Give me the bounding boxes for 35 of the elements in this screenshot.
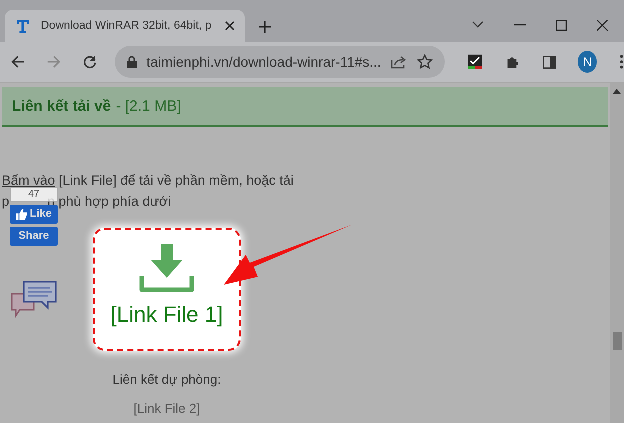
close-icon[interactable]: [597, 20, 608, 30]
like-button[interactable]: Like: [10, 205, 58, 224]
intro-text: [Link File] để tải về phần mềm, hoặc tải: [59, 173, 294, 188]
reload-icon[interactable]: [83, 54, 98, 70]
share-button[interactable]: Share: [10, 227, 58, 246]
scrollbar-thumb[interactable]: [612, 332, 622, 350]
intro-text-start: p: [2, 194, 10, 209]
profile-avatar[interactable]: N: [578, 51, 598, 73]
maximize-icon[interactable]: [556, 20, 567, 30]
share-icon[interactable]: [391, 55, 408, 69]
scroll-up-icon[interactable]: [613, 89, 621, 94]
close-icon[interactable]: [225, 21, 235, 31]
browser-tab[interactable]: Download WinRAR 32bit, 64bit, p: [5, 10, 245, 42]
star-icon[interactable]: [417, 54, 434, 70]
download-icon: [139, 244, 195, 294]
thumbs-up-icon: [16, 209, 27, 220]
back-arrow-icon[interactable]: [11, 54, 26, 70]
heading-text: Liên kết tải về: [12, 98, 112, 114]
file-size-text: - [2.1 MB]: [116, 98, 182, 114]
new-tab-icon[interactable]: [259, 21, 271, 33]
side-panel-icon[interactable]: [542, 54, 556, 70]
lock-icon: [126, 56, 137, 68]
url-text: taimienphi.vn/download-winrar-11#s...: [146, 54, 382, 70]
site-logo-icon: [15, 18, 31, 34]
chevron-down-icon[interactable]: [472, 21, 484, 29]
download-link[interactable]: [Link File 1]: [110, 302, 224, 328]
backup-link[interactable]: [Link File 2]: [134, 401, 200, 416]
minimize-icon[interactable]: [514, 24, 526, 26]
tab-title: Download WinRAR 32bit, 64bit, p: [41, 20, 213, 32]
intro-link[interactable]: Bấm vào: [2, 173, 56, 188]
checkmark-extension-icon[interactable]: [468, 54, 482, 70]
download-card[interactable]: [Link File 1]: [93, 228, 241, 351]
address-bar[interactable]: taimienphi.vn/download-winrar-11#s...: [114, 46, 446, 78]
menu-icon[interactable]: [620, 54, 624, 70]
backup-label: Liên kết dự phòng:: [112, 372, 222, 387]
